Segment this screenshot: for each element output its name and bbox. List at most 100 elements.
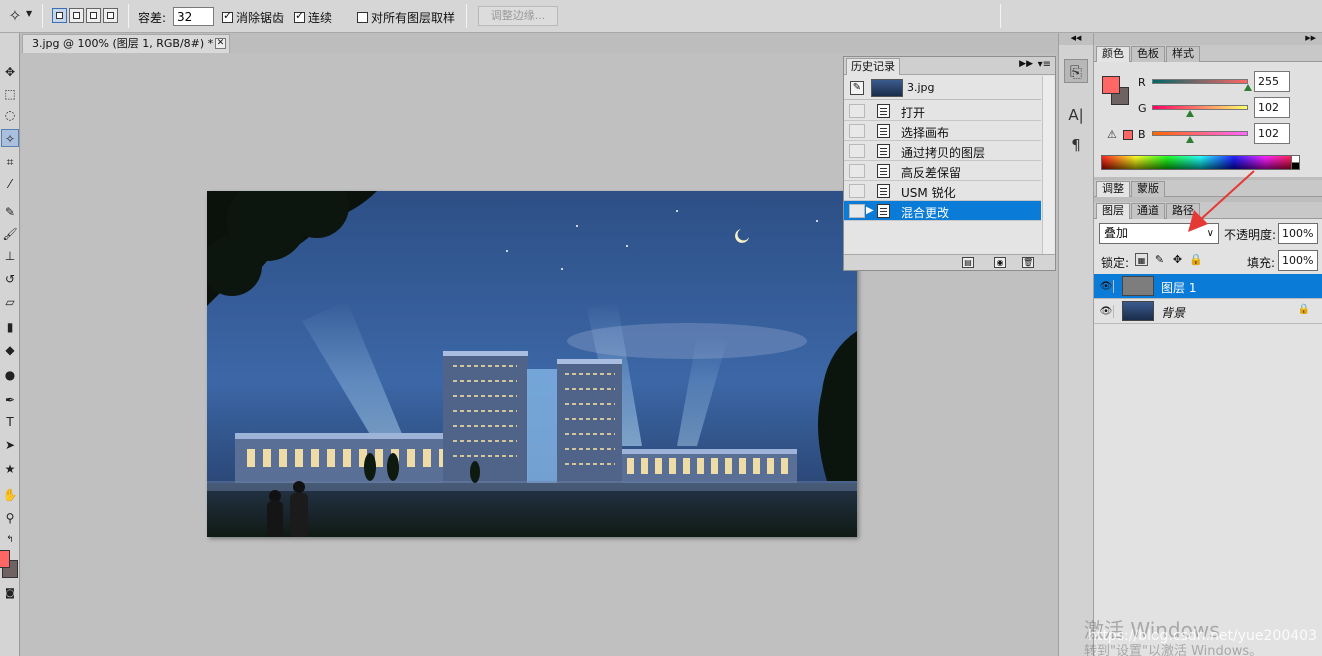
history-item[interactable]: 通过拷贝的图层	[844, 141, 1041, 161]
blur-tool-icon[interactable]: ◆	[1, 341, 19, 359]
intersect-selection-mode-button[interactable]	[103, 8, 118, 23]
zoom-tool-icon[interactable]: ⚲	[1, 509, 19, 527]
add-selection-mode-button[interactable]	[69, 8, 84, 23]
type-tool-icon[interactable]: T	[1, 413, 19, 431]
magic-wand-tool-icon[interactable]: ✧	[1, 129, 19, 147]
crop-tool-icon[interactable]: ⌗	[1, 153, 19, 171]
tab-masks[interactable]: 蒙版	[1131, 181, 1165, 197]
shape-tool-icon[interactable]: ★	[1, 460, 19, 478]
brush-tool-icon[interactable]: 🖌	[1, 225, 19, 243]
history-source-box[interactable]	[849, 104, 865, 118]
channel-g-slider[interactable]	[1152, 105, 1248, 110]
tab-adjustments[interactable]: 调整	[1096, 181, 1130, 197]
contiguous-checkbox[interactable]: 连续	[294, 9, 332, 26]
history-item[interactable]: 选择画布	[844, 121, 1041, 141]
marquee-tool-icon[interactable]: ⬚	[1, 85, 19, 103]
lock-all-icon[interactable]: 🔒	[1189, 253, 1203, 266]
history-source-box[interactable]	[849, 184, 865, 198]
dodge-tool-icon[interactable]: ●	[1, 366, 19, 384]
channel-r-thumb[interactable]	[1244, 84, 1252, 91]
gamut-warning-icon[interactable]: ⚠	[1107, 128, 1117, 141]
tolerance-input[interactable]	[173, 7, 214, 26]
history-scrollbar[interactable]	[1042, 76, 1054, 256]
tab-styles[interactable]: 样式	[1166, 46, 1200, 62]
panel-menu-icon[interactable]: ▾≡	[1038, 59, 1051, 70]
document-image[interactable]	[207, 191, 857, 537]
healing-brush-tool-icon[interactable]: ✎	[1, 203, 19, 221]
black-white-swatch[interactable]	[1291, 155, 1300, 170]
history-source-box[interactable]	[849, 204, 865, 218]
quick-mask-icon[interactable]: ◙	[1, 585, 19, 603]
camera-snapshot-icon[interactable]: ◉	[994, 257, 1006, 268]
tab-history[interactable]: 历史记录	[846, 58, 900, 75]
gamut-warning-swatch[interactable]	[1123, 130, 1133, 140]
lock-position-icon[interactable]: ✥	[1171, 253, 1184, 266]
collapse-panels-icon[interactable]: ▶▶	[1094, 33, 1322, 45]
lock-transparent-pixels-icon[interactable]: ▦	[1135, 253, 1148, 266]
collapse-dock-icon[interactable]: ◀◀	[1059, 33, 1093, 45]
history-source-box[interactable]	[849, 124, 865, 138]
clone-stamp-tool-icon[interactable]: ⊥	[1, 247, 19, 265]
history-panel-icon[interactable]: ⎘	[1064, 59, 1088, 83]
history-item-selected[interactable]: ▶ 混合更改	[844, 201, 1041, 221]
snapshot-label: 3.jpg	[907, 81, 935, 94]
close-icon[interactable]: ✕	[215, 38, 226, 49]
channel-g-thumb[interactable]	[1186, 110, 1195, 117]
history-item[interactable]: 打开	[844, 101, 1041, 121]
history-source-box[interactable]	[849, 144, 865, 158]
subtract-selection-mode-button[interactable]	[86, 8, 101, 23]
pen-tool-icon[interactable]: ✒	[1, 391, 19, 409]
move-tool-icon[interactable]: ✥	[1, 63, 19, 81]
history-source-box[interactable]	[849, 164, 865, 178]
eye-icon[interactable]: 👁	[1099, 305, 1114, 318]
layer-row-selected[interactable]: 👁 图层 1	[1094, 274, 1322, 299]
channel-g-value[interactable]: 102	[1254, 97, 1290, 118]
anti-alias-checkbox[interactable]: 消除锯齿	[222, 9, 284, 26]
history-snapshot[interactable]: ✎ 3.jpg	[844, 76, 1041, 100]
history-item[interactable]: 高反差保留	[844, 161, 1041, 181]
foreground-color-swatch[interactable]	[0, 550, 10, 568]
channel-r-value[interactable]: 255	[1254, 71, 1290, 92]
foreground-color-picker[interactable]	[1102, 76, 1120, 94]
eraser-tool-icon[interactable]: ▱	[1, 293, 19, 311]
double-chevron-right-icon[interactable]: ▶▶	[1019, 59, 1033, 69]
tab-swatches[interactable]: 色板	[1131, 46, 1165, 62]
anti-alias-check-icon[interactable]	[222, 9, 233, 23]
history-item[interactable]: USM 锐化	[844, 181, 1041, 201]
opacity-input[interactable]: 100%	[1278, 223, 1318, 244]
new-document-from-state-icon[interactable]: ▤	[962, 257, 974, 268]
eyedropper-tool-icon[interactable]: ⁄	[1, 175, 19, 193]
swap-colors-icon[interactable]: ↰	[1, 531, 19, 549]
channel-r-slider[interactable]	[1152, 79, 1248, 84]
path-selection-tool-icon[interactable]: ➤	[1, 436, 19, 454]
lock-image-pixels-icon[interactable]: ✎	[1153, 253, 1166, 266]
channel-b-value[interactable]: 102	[1254, 123, 1290, 144]
layer-name[interactable]: 背景	[1161, 304, 1185, 321]
refine-edge-button[interactable]: 调整边缘...	[478, 6, 558, 26]
paragraph-panel-icon[interactable]: ¶	[1064, 133, 1088, 157]
magic-wand-icon[interactable]: ✧	[4, 6, 26, 26]
history-brush-source-icon[interactable]: ✎	[850, 81, 864, 95]
channel-b-thumb[interactable]	[1186, 136, 1195, 143]
character-panel-icon[interactable]: A|	[1064, 103, 1088, 127]
history-brush-tool-icon[interactable]: ↺	[1, 270, 19, 288]
tab-channels[interactable]: 通道	[1131, 203, 1165, 219]
layer-row[interactable]: 👁 背景 🔒	[1094, 299, 1322, 324]
tool-preset-dropdown-icon[interactable]: ▼	[26, 9, 32, 18]
trash-icon[interactable]: 🗑	[1022, 257, 1034, 268]
fill-input[interactable]: 100%	[1278, 250, 1318, 271]
contiguous-check-icon[interactable]	[294, 9, 305, 23]
document-tab[interactable]: 3.jpg @ 100% (图层 1, RGB/8#) * ✕	[22, 34, 230, 53]
tab-color[interactable]: 颜色	[1096, 46, 1130, 62]
new-selection-mode-button[interactable]	[52, 8, 67, 23]
sample-all-layers-checkbox[interactable]: 对所有图层取样	[357, 9, 455, 26]
lasso-tool-icon[interactable]: ◌	[1, 106, 19, 124]
channel-b-slider[interactable]	[1152, 131, 1248, 136]
layer-name[interactable]: 图层 1	[1161, 279, 1196, 296]
eye-icon[interactable]: 👁	[1099, 280, 1114, 293]
sample-all-layers-check-icon[interactable]	[357, 12, 368, 23]
history-state-slider-icon[interactable]: ▶	[866, 205, 874, 216]
gradient-tool-icon[interactable]: ▮	[1, 318, 19, 336]
hand-tool-icon[interactable]: ✋	[1, 486, 19, 504]
tab-layers[interactable]: 图层	[1096, 203, 1130, 219]
